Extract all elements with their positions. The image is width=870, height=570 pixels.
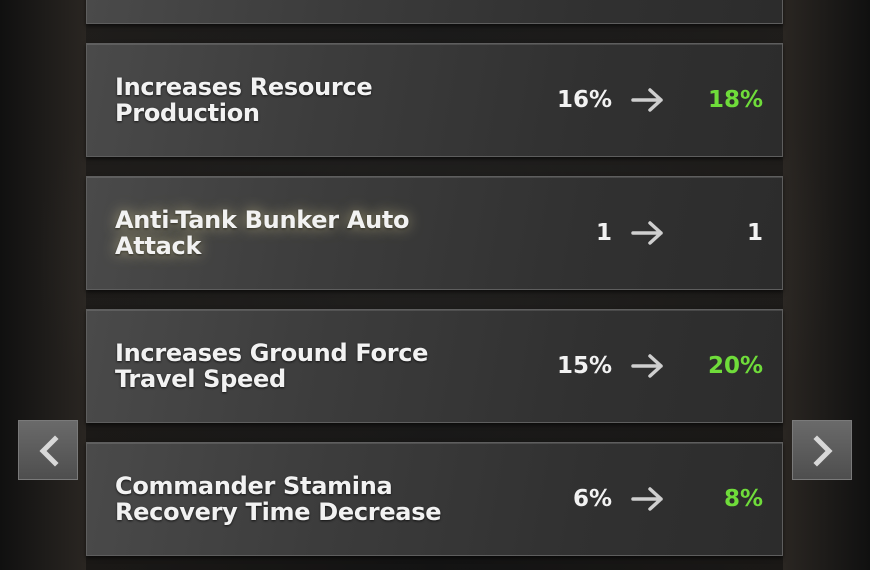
chevron-left-icon [39, 435, 59, 467]
right-arrow-icon [631, 487, 663, 511]
current-value: 1 [595, 220, 612, 246]
previous-page-button[interactable] [18, 420, 78, 480]
next-value: 8% [723, 486, 763, 512]
next-value: 20% [707, 353, 763, 379]
current-value: 16% [556, 87, 612, 113]
next-value: 1 [746, 220, 763, 246]
upgrade-label: Increases Ground Force Travel Speed [115, 339, 429, 393]
right-arrow-icon [631, 88, 663, 112]
next-page-button[interactable] [792, 420, 852, 480]
right-arrow-icon [631, 221, 663, 245]
current-value: 15% [556, 353, 612, 379]
upgrade-label: Anti-Tank Bunker Auto Attack [115, 206, 410, 260]
upgrade-row: Anti-Tank Bunker Auto Attack 1 1 [86, 176, 783, 290]
upgrade-row: Increases Ground Force Travel Speed 15% … [86, 309, 783, 423]
next-value: 18% [707, 87, 763, 113]
upgrade-label: Commander Stamina Recovery Time Decrease [115, 472, 442, 526]
upgrade-row: Commander Stamina Recovery Time Decrease… [86, 442, 783, 556]
right-arrow-icon [631, 354, 663, 378]
upgrade-row: Increases Resource Production 16% 18% [86, 43, 783, 157]
chevron-right-icon [813, 435, 833, 467]
upgrade-label: Increases Resource Production [115, 73, 373, 127]
upgrade-row-partial [86, 0, 783, 24]
upgrade-stats-screen: Increases Resource Production 16% 18% An… [0, 0, 870, 570]
current-value: 6% [572, 486, 612, 512]
